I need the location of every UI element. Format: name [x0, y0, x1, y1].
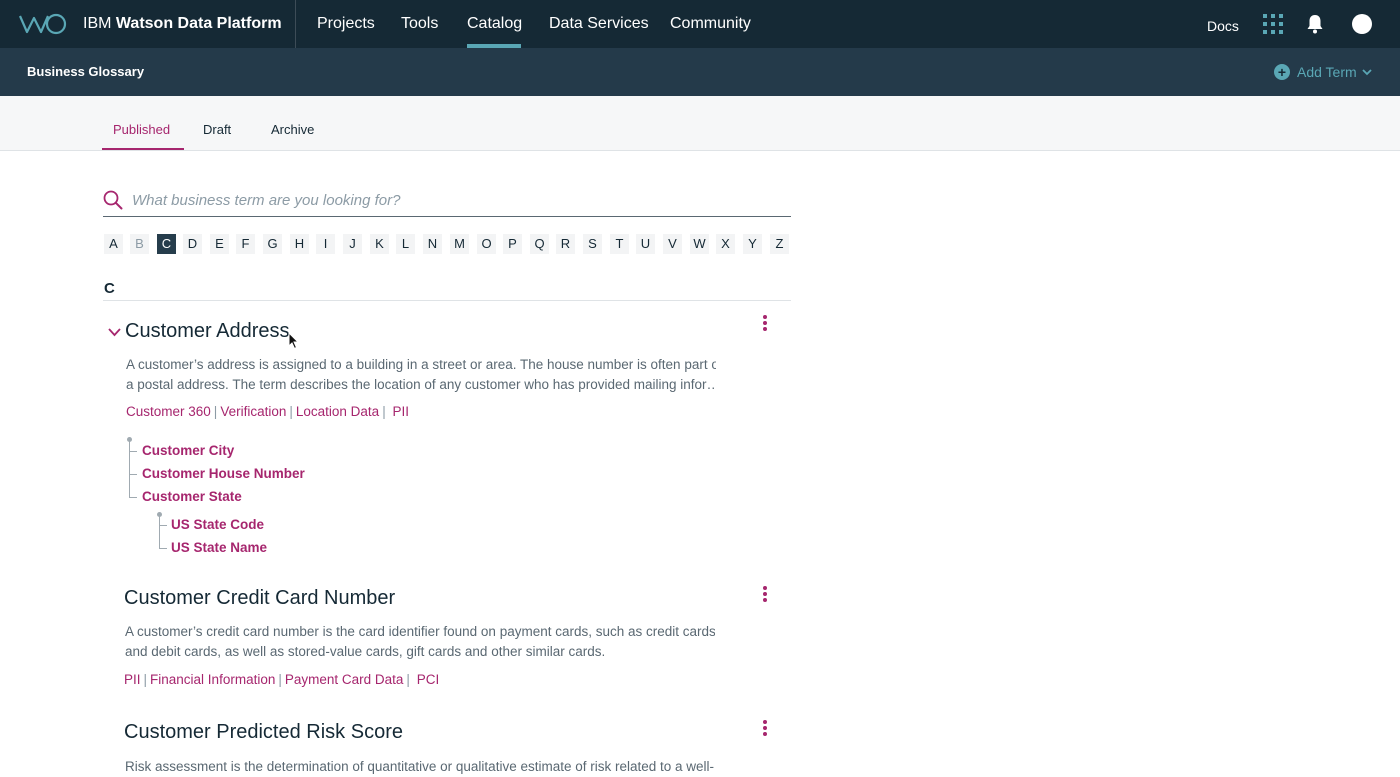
- tree-line: [129, 497, 137, 498]
- watson-logo-icon: [18, 13, 67, 35]
- letter-a[interactable]: A: [104, 234, 123, 254]
- term-title[interactable]: Customer Predicted Risk Score: [124, 721, 403, 744]
- tag-link[interactable]: Location Data: [296, 404, 379, 419]
- docs-link[interactable]: Docs: [1207, 18, 1239, 34]
- tag-link[interactable]: Customer 360: [126, 404, 211, 419]
- overflow-menu-icon[interactable]: [761, 720, 769, 736]
- child-term-link[interactable]: Customer City: [142, 443, 234, 458]
- letter-i[interactable]: I: [316, 234, 335, 254]
- term-tags: Customer 360 | Verification | Location Data |…: [126, 404, 409, 419]
- letter-h[interactable]: H: [290, 234, 309, 254]
- search-bar: [103, 186, 791, 217]
- top-nav: IBM Watson Data Platform Projects Tools …: [0, 0, 1400, 48]
- bell-icon[interactable]: [1306, 14, 1324, 34]
- letter-f[interactable]: F: [236, 234, 255, 254]
- letter-u[interactable]: U: [636, 234, 655, 254]
- letter-g[interactable]: G: [263, 234, 282, 254]
- nav-data-services[interactable]: Data Services: [549, 15, 649, 33]
- chevron-down-icon[interactable]: [108, 327, 121, 337]
- grandchild-term-link[interactable]: US State Name: [171, 540, 267, 555]
- tag-link[interactable]: PII: [124, 672, 141, 687]
- letter-d[interactable]: D: [183, 234, 202, 254]
- tree-line: [159, 525, 167, 526]
- letter-z[interactable]: Z: [770, 234, 789, 254]
- child-term-link[interactable]: Customer State: [142, 489, 242, 504]
- search-icon: [103, 190, 123, 210]
- letter-y[interactable]: Y: [743, 234, 762, 254]
- add-term-label: Add Term: [1297, 64, 1357, 80]
- nav-tools[interactable]: Tools: [401, 15, 438, 33]
- tree-line: [129, 474, 137, 475]
- overflow-menu-icon[interactable]: [761, 315, 769, 331]
- section-divider: [103, 300, 791, 301]
- letter-q[interactable]: Q: [530, 234, 549, 254]
- nav-catalog[interactable]: Catalog: [467, 15, 522, 33]
- add-icon: +: [1274, 64, 1290, 80]
- section-heading: C: [104, 280, 115, 297]
- letter-s[interactable]: S: [583, 234, 602, 254]
- chevron-down-icon: [1362, 69, 1372, 76]
- nav-community[interactable]: Community: [670, 15, 751, 33]
- mouse-pointer-icon: [288, 332, 300, 350]
- tree-line: [129, 451, 137, 452]
- tab-published[interactable]: Published: [113, 122, 170, 137]
- overflow-menu-icon[interactable]: [761, 586, 769, 602]
- letter-p[interactable]: P: [503, 234, 522, 254]
- tag-link[interactable]: Payment Card Data: [285, 672, 404, 687]
- tree-line: [159, 548, 167, 549]
- child-term-link[interactable]: Customer House Number: [142, 466, 305, 481]
- letter-j[interactable]: J: [343, 234, 362, 254]
- letter-m[interactable]: M: [450, 234, 469, 254]
- term-description: A customer’s address is assigned to a bu…: [126, 357, 716, 392]
- tag-link[interactable]: PII: [392, 404, 409, 419]
- brand-title: IBM Watson Data Platform: [83, 15, 282, 32]
- brand[interactable]: IBM Watson Data Platform: [0, 0, 296, 48]
- apps-grid-icon[interactable]: [1263, 14, 1283, 34]
- nav-projects[interactable]: Projects: [317, 15, 375, 33]
- letter-b: B: [130, 234, 149, 254]
- tree-line: [159, 515, 160, 549]
- add-term-button[interactable]: + Add Term: [1274, 63, 1372, 81]
- avatar[interactable]: [1352, 14, 1372, 34]
- letter-o[interactable]: O: [477, 234, 496, 254]
- letter-v[interactable]: V: [663, 234, 682, 254]
- tab-archive[interactable]: Archive: [271, 122, 314, 137]
- tab-active-indicator: [102, 148, 184, 150]
- tag-link[interactable]: PCI: [417, 672, 440, 687]
- letter-n[interactable]: N: [423, 234, 442, 254]
- term-tags: PII | Financial Information | Payment Card D…: [124, 672, 440, 687]
- letter-e[interactable]: E: [210, 234, 229, 254]
- search-input[interactable]: [132, 188, 772, 212]
- tag-link[interactable]: Verification: [220, 404, 286, 419]
- letter-k[interactable]: K: [370, 234, 389, 254]
- letter-x[interactable]: X: [716, 234, 735, 254]
- letter-c[interactable]: C: [157, 234, 176, 254]
- letter-t[interactable]: T: [610, 234, 629, 254]
- term-title[interactable]: Customer Credit Card Number: [124, 587, 395, 610]
- term-title[interactable]: Customer Address: [125, 320, 290, 343]
- tabs-bar: Published Draft Archive: [0, 96, 1400, 151]
- letter-w[interactable]: W: [690, 234, 709, 254]
- term-description: A customer’s credit card number is the c…: [125, 624, 715, 659]
- letter-r[interactable]: R: [556, 234, 575, 254]
- letter-l[interactable]: L: [396, 234, 415, 254]
- grandchild-term-link[interactable]: US State Code: [171, 517, 264, 532]
- sub-header: Business Glossary + Add Term: [0, 48, 1400, 96]
- tree-line: [129, 440, 130, 498]
- tag-link[interactable]: Financial Information: [150, 672, 275, 687]
- page-title: Business Glossary: [27, 64, 145, 79]
- tab-draft[interactable]: Draft: [203, 122, 231, 137]
